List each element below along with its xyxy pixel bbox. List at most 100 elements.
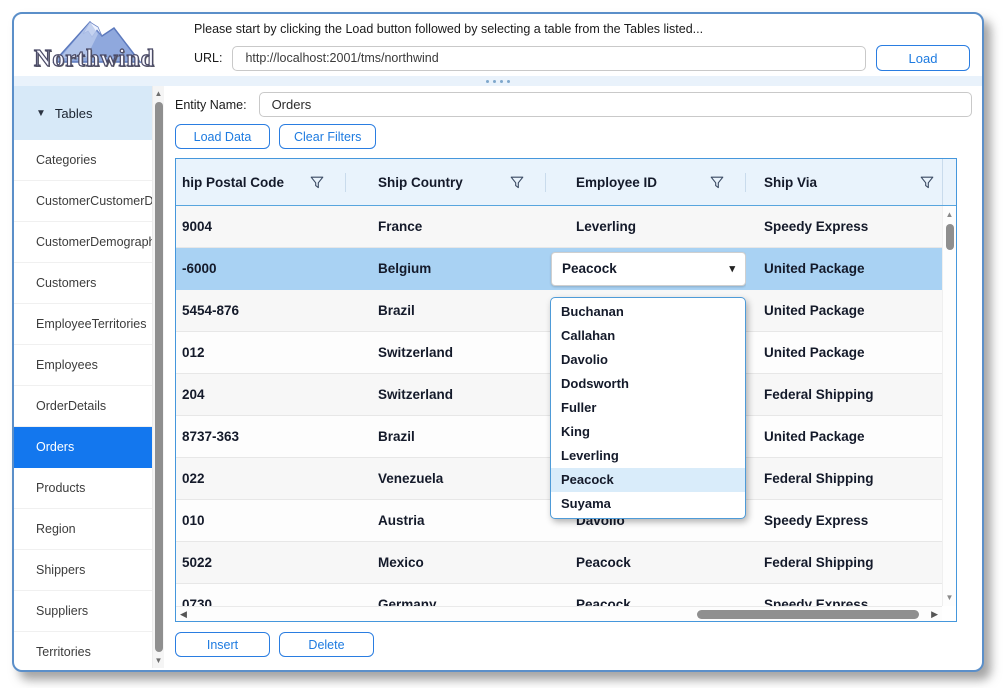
employee-combobox-value: Peacock bbox=[562, 261, 617, 276]
scroll-up-icon[interactable]: ▲ bbox=[153, 89, 164, 98]
splitter-grip-dot bbox=[486, 80, 489, 83]
sidebar-item-orders[interactable]: Orders bbox=[14, 427, 152, 468]
clear-filters-button[interactable]: Clear Filters bbox=[279, 124, 376, 149]
dropdown-option-king[interactable]: King bbox=[551, 420, 745, 444]
cell-employee: Peacock bbox=[546, 584, 746, 606]
sidebar-list: ▼ Tables CategoriesCustomerCustomerDemoC… bbox=[14, 86, 152, 668]
column-header-label: Employee ID bbox=[576, 175, 657, 190]
sidebar-item-customers[interactable]: Customers bbox=[14, 263, 152, 304]
sidebar-item-products[interactable]: Products bbox=[14, 468, 152, 509]
insert-button[interactable]: Insert bbox=[175, 632, 270, 657]
cell-country: Germany bbox=[346, 584, 546, 606]
sidebar-scrollbar[interactable]: ▲ ▼ bbox=[152, 86, 164, 668]
sidebar-item-customerdemographics[interactable]: CustomerDemographics bbox=[14, 222, 152, 263]
tables-tree-header[interactable]: ▼ Tables bbox=[14, 86, 152, 140]
sidebar-item-employeeterritories[interactable]: EmployeeTerritories bbox=[14, 304, 152, 345]
instruction-text: Please start by clicking the Load button… bbox=[194, 22, 970, 36]
scroll-up-icon[interactable]: ▲ bbox=[943, 210, 956, 219]
cell-postal: -6000 bbox=[176, 248, 346, 289]
cell-country: Belgium bbox=[346, 248, 546, 289]
dropdown-option-davolio[interactable]: Davolio bbox=[551, 348, 745, 372]
sidebar-item-territories[interactable]: Territories bbox=[14, 632, 152, 668]
dropdown-option-buchanan[interactable]: Buchanan bbox=[551, 300, 745, 324]
cell-postal: 9004 bbox=[176, 206, 346, 247]
grid-header-spacer bbox=[942, 159, 956, 205]
grid-vertical-scrollbar[interactable]: ▲ ▼ bbox=[942, 206, 956, 606]
url-label: URL: bbox=[194, 51, 222, 65]
cell-employee: Peacock bbox=[546, 542, 746, 583]
table-row[interactable]: 5022MexicoPeacockFederal Shipping bbox=[176, 542, 942, 584]
cell-ship_via: Speedy Express bbox=[746, 206, 942, 247]
delete-button[interactable]: Delete bbox=[279, 632, 374, 657]
tree-collapse-icon[interactable]: ▼ bbox=[36, 108, 46, 119]
dropdown-option-fuller[interactable]: Fuller bbox=[551, 396, 745, 420]
cell-country: Mexico bbox=[346, 542, 546, 583]
cell-ship_via: United Package bbox=[746, 248, 942, 289]
footer-row: Insert Delete bbox=[175, 632, 972, 657]
sidebar-item-orderdetails[interactable]: OrderDetails bbox=[14, 386, 152, 427]
column-header-1[interactable]: Ship Country bbox=[346, 159, 546, 205]
entity-name-input[interactable] bbox=[259, 92, 972, 117]
filter-icon[interactable] bbox=[710, 176, 724, 189]
splitter-grip-dot bbox=[507, 80, 510, 83]
cell-country: Brazil bbox=[346, 416, 546, 457]
column-header-0[interactable]: hip Postal Code bbox=[176, 159, 346, 205]
splitter-grip-dot bbox=[493, 80, 496, 83]
cell-employee: Leverling bbox=[546, 206, 746, 247]
app-window: Northwind Please start by clicking the L… bbox=[12, 12, 984, 672]
dropdown-option-suyama[interactable]: Suyama bbox=[551, 492, 745, 516]
dropdown-option-callahan[interactable]: Callahan bbox=[551, 324, 745, 348]
sidebar-item-employees[interactable]: Employees bbox=[14, 345, 152, 386]
filter-icon[interactable] bbox=[510, 176, 524, 189]
dropdown-option-dodsworth[interactable]: Dodsworth bbox=[551, 372, 745, 396]
sidebar-item-shippers[interactable]: Shippers bbox=[14, 550, 152, 591]
sidebar-scroll-thumb[interactable] bbox=[155, 102, 163, 652]
table-row[interactable]: 0730GermanyPeacockSpeedy Express bbox=[176, 584, 942, 606]
app-header: Northwind Please start by clicking the L… bbox=[14, 14, 982, 76]
dropdown-option-leverling[interactable]: Leverling bbox=[551, 444, 745, 468]
scroll-right-icon[interactable]: ▶ bbox=[931, 609, 938, 620]
northwind-logo: Northwind bbox=[28, 16, 166, 76]
cell-country: France bbox=[346, 206, 546, 247]
splitter-bar[interactable] bbox=[14, 76, 982, 86]
grid-rows: 9004FranceLeverlingSpeedy Express-6000Be… bbox=[176, 206, 942, 606]
scroll-down-icon[interactable]: ▼ bbox=[943, 593, 956, 602]
load-data-button[interactable]: Load Data bbox=[175, 124, 270, 149]
filter-icon[interactable] bbox=[310, 176, 324, 189]
action-row: Load Data Clear Filters bbox=[175, 124, 972, 149]
splitter-grip-dot bbox=[500, 80, 503, 83]
cell-country: Brazil bbox=[346, 290, 546, 331]
scroll-down-icon[interactable]: ▼ bbox=[153, 656, 164, 665]
sidebar-item-suppliers[interactable]: Suppliers bbox=[14, 591, 152, 632]
column-header-3[interactable]: Ship Via bbox=[746, 159, 956, 205]
load-button[interactable]: Load bbox=[876, 45, 970, 71]
grid-vscroll-thumb[interactable] bbox=[946, 224, 954, 250]
employee-combobox[interactable]: Peacock ▾ bbox=[551, 252, 746, 286]
sidebar: ▼ Tables CategoriesCustomerCustomerDemoC… bbox=[14, 86, 164, 668]
grid-hscroll-thumb[interactable] bbox=[697, 610, 919, 619]
main-panel: Entity Name: Load Data Clear Filters hip… bbox=[164, 86, 982, 668]
scroll-left-icon[interactable]: ◀ bbox=[180, 609, 187, 620]
table-row[interactable]: 9004FranceLeverlingSpeedy Express bbox=[176, 206, 942, 248]
cell-ship_via: Speedy Express bbox=[746, 500, 942, 541]
table-row[interactable]: -6000Belgium Peacock ▾ United Package bbox=[176, 248, 942, 290]
filter-icon[interactable] bbox=[920, 176, 934, 189]
sidebar-item-customercustomerdemo[interactable]: CustomerCustomerDemo bbox=[14, 181, 152, 222]
chevron-down-icon: ▾ bbox=[729, 262, 735, 275]
column-header-label: Ship Country bbox=[378, 175, 463, 190]
cell-ship_via: Federal Shipping bbox=[746, 542, 942, 583]
sidebar-item-categories[interactable]: Categories bbox=[14, 140, 152, 181]
cell-ship_via: United Package bbox=[746, 416, 942, 457]
cell-postal: 204 bbox=[176, 374, 346, 415]
column-header-label: hip Postal Code bbox=[182, 175, 284, 190]
data-grid: hip Postal Code Ship Country Employee ID… bbox=[175, 158, 957, 622]
url-input[interactable] bbox=[232, 46, 866, 71]
cell-postal: 012 bbox=[176, 332, 346, 373]
entity-row: Entity Name: bbox=[175, 92, 972, 117]
cell-ship_via: Federal Shipping bbox=[746, 458, 942, 499]
column-header-2[interactable]: Employee ID bbox=[546, 159, 746, 205]
sidebar-item-region[interactable]: Region bbox=[14, 509, 152, 550]
dropdown-option-peacock[interactable]: Peacock bbox=[551, 468, 745, 492]
grid-horizontal-scrollbar[interactable]: ◀ ▶ bbox=[176, 606, 942, 621]
cell-postal: 8737-363 bbox=[176, 416, 346, 457]
